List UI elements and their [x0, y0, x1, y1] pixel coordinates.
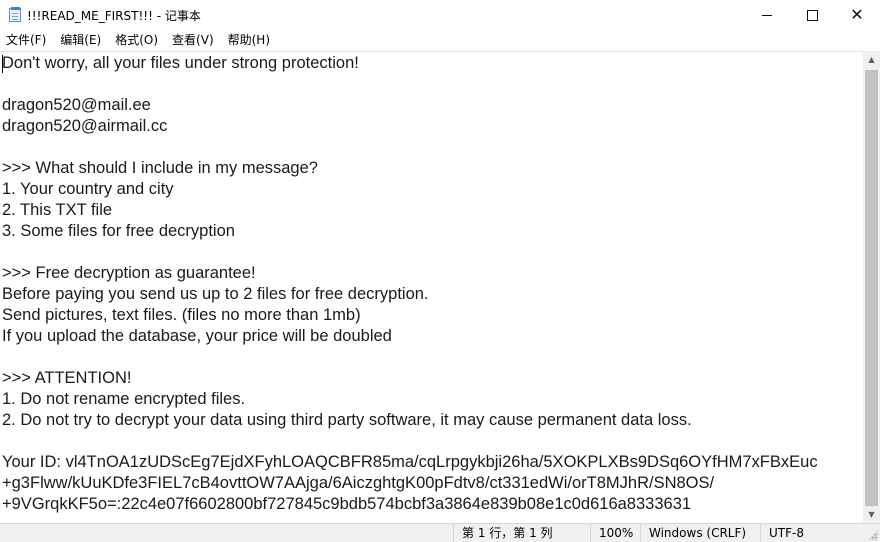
- document-line: If you upload the database, your price w…: [2, 327, 392, 345]
- status-line-ending: Windows (CRLF): [640, 524, 760, 542]
- document-line: +9VGrqkKF5o=:22c4e07f6602800bf727845c9bd…: [2, 495, 692, 513]
- document-line: >>> ATTENTION!: [2, 369, 132, 387]
- document-line: >>> What should I include in my message?: [2, 159, 318, 177]
- document-line: Before paying you send us up to 2 files …: [2, 285, 429, 303]
- status-bar: 第 1 行，第 1 列 100% Windows (CRLF) UTF-8: [0, 523, 880, 542]
- close-icon: ✕: [850, 5, 864, 24]
- scroll-up-icon[interactable]: ▲: [863, 51, 880, 68]
- menu-format[interactable]: 格式(O): [108, 30, 165, 51]
- document-line: 2. This TXT file: [2, 201, 113, 219]
- status-zoom: 100%: [590, 524, 640, 542]
- document-line: dragon520@airmail.cc: [2, 117, 168, 135]
- maximize-button[interactable]: [789, 0, 835, 30]
- minimize-icon: [762, 14, 772, 16]
- document-line: dragon520@mail.ee: [2, 96, 151, 114]
- window-title: !!!READ_ME_FIRST!!! - 记事本: [27, 9, 201, 23]
- document-line: Your ID: vl4TnOA1zUDScEg7EjdXFyhLOAQCBFR…: [2, 453, 818, 471]
- minimize-button[interactable]: [744, 0, 790, 30]
- menu-bar: 文件(F) 编辑(E) 格式(O) 查看(V) 帮助(H): [0, 30, 880, 51]
- document-text[interactable]: Don't worry, all your files under strong…: [2, 53, 863, 515]
- document-line: 2. Do not try to decrypt your data using…: [2, 411, 692, 429]
- document-line: +g3Flww/kUuKDfe3FIEL7cB4ovttOW7AAjga/6Ai…: [2, 474, 715, 492]
- vertical-scrollbar[interactable]: ▲ ▼: [863, 51, 880, 523]
- menu-edit[interactable]: 编辑(E): [53, 30, 108, 51]
- menu-file[interactable]: 文件(F): [0, 30, 53, 51]
- close-button[interactable]: ✕: [834, 0, 880, 30]
- document-line: >>> Free decryption as guarantee!: [2, 264, 256, 282]
- document-line: 1. Your country and city: [2, 180, 174, 198]
- maximize-icon: [806, 9, 818, 21]
- status-position: 第 1 行，第 1 列: [453, 524, 590, 542]
- document-line: Don't worry, all your files under strong…: [2, 54, 359, 72]
- document-line: 1. Do not rename encrypted files.: [2, 390, 246, 408]
- scroll-thumb[interactable]: [865, 70, 878, 506]
- text-editor[interactable]: Don't worry, all your files under strong…: [0, 51, 863, 523]
- document-line: 3. Some files for free decryption: [2, 222, 235, 240]
- notepad-icon: [9, 7, 21, 22]
- scroll-down-icon[interactable]: ▼: [863, 506, 880, 523]
- title-bar[interactable]: !!!READ_ME_FIRST!!! - 记事本 ✕: [0, 0, 880, 30]
- menu-view[interactable]: 查看(V): [165, 30, 221, 51]
- document-line: Send pictures, text files. (files no mor…: [2, 306, 361, 324]
- menu-help[interactable]: 帮助(H): [221, 30, 277, 51]
- status-encoding: UTF-8: [760, 524, 880, 542]
